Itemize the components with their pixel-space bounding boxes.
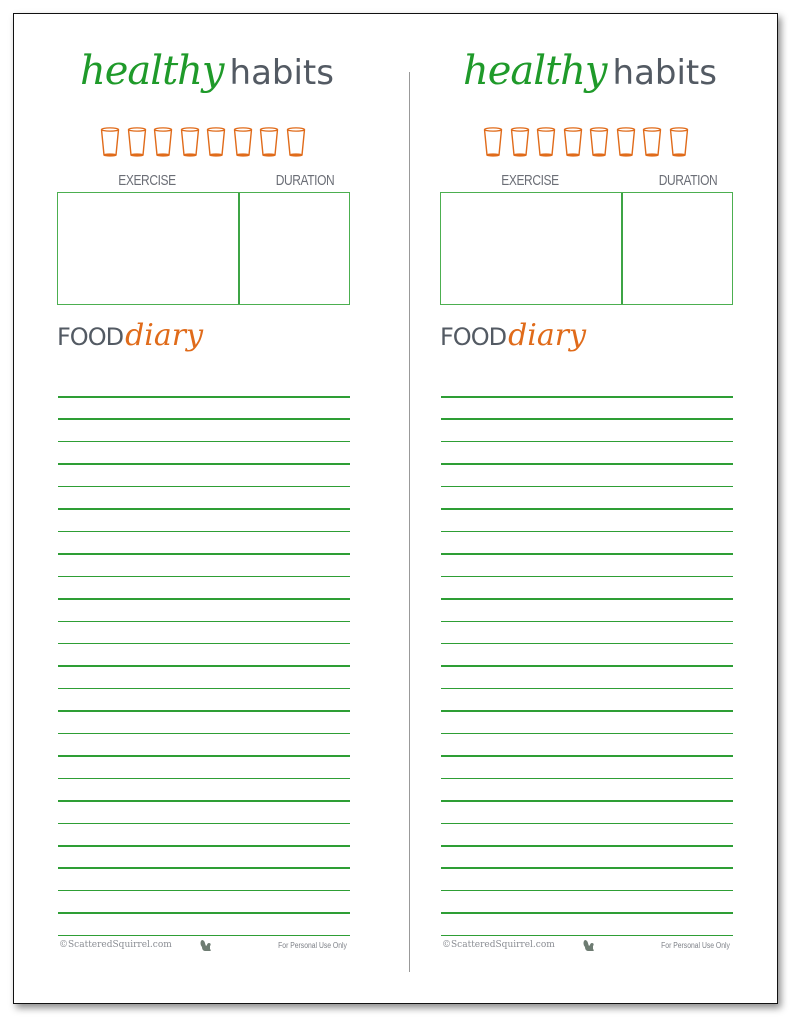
water-cup-icon[interactable] (563, 127, 583, 157)
food-entry-line[interactable] (441, 440, 733, 443)
planner-panel-left: healthy habits EXERCISE DURATION FOODdiar… (57, 0, 357, 1000)
water-tracker (100, 127, 330, 157)
food-entry-line[interactable] (58, 508, 350, 510)
food-entry-line[interactable] (441, 530, 733, 533)
food-entry-line[interactable] (441, 732, 733, 735)
water-cup-icon[interactable] (206, 127, 226, 157)
food-entry-line[interactable] (441, 822, 733, 825)
food-entry-line[interactable] (441, 485, 733, 488)
food-entry-line[interactable] (441, 710, 733, 712)
exercise-header: EXERCISE (118, 172, 176, 189)
food-entry-line[interactable] (58, 598, 350, 600)
footer-copyright: ©ScatteredSquirrel.com (442, 940, 555, 950)
water-cup-icon[interactable] (483, 127, 503, 157)
food-entry-line[interactable] (58, 665, 350, 667)
food-entry-line[interactable] (58, 440, 350, 443)
food-entry-line[interactable] (441, 508, 733, 510)
food-entry-line[interactable] (441, 867, 733, 869)
footer-personal-use: For Personal Use Only (278, 941, 347, 950)
food-entry-line[interactable] (58, 418, 350, 420)
food-entry-line[interactable] (441, 755, 733, 757)
food-entry-line[interactable] (58, 777, 350, 780)
food-entry-line[interactable] (441, 620, 733, 622)
water-cup-icon[interactable] (669, 127, 689, 157)
food-entry-line[interactable] (441, 642, 733, 645)
food-entry-line[interactable] (58, 912, 350, 914)
food-title-plain: FOOD (440, 323, 507, 351)
title-plain: habits (229, 53, 334, 93)
food-diary-title: FOODdiary (57, 318, 203, 353)
food-entry-line[interactable] (441, 418, 733, 420)
food-entry-line[interactable] (441, 598, 733, 600)
water-cup-icon[interactable] (259, 127, 279, 157)
food-entry-line[interactable] (441, 575, 733, 578)
food-entry-line[interactable] (58, 934, 350, 937)
food-entry-line[interactable] (441, 553, 733, 555)
water-cup-icon[interactable] (153, 127, 173, 157)
food-entry-line[interactable] (58, 553, 350, 555)
footer: ©ScatteredSquirrel.com For Personal Use … (59, 940, 351, 954)
food-entry-line[interactable] (58, 530, 350, 533)
food-diary-title: FOODdiary (440, 318, 586, 353)
food-title-plain: FOOD (57, 323, 124, 351)
planner-panel-right: healthy habits EXERCISE DURATION FOODdiar… (440, 0, 740, 1000)
water-cup-icon[interactable] (642, 127, 662, 157)
food-entry-line[interactable] (58, 822, 350, 825)
food-entry-line[interactable] (58, 800, 350, 802)
footer-copyright: ©ScatteredSquirrel.com (59, 940, 172, 950)
exercise-log-box[interactable] (57, 192, 350, 305)
food-entry-line[interactable] (58, 867, 350, 869)
food-entry-line[interactable] (58, 396, 350, 398)
duration-header: DURATION (658, 172, 718, 189)
title-script: healthy (80, 48, 225, 94)
exercise-duration-divider (621, 193, 623, 304)
duration-header: DURATION (275, 172, 335, 189)
water-cup-icon[interactable] (100, 127, 120, 157)
water-cup-icon[interactable] (616, 127, 636, 157)
food-entry-line[interactable] (58, 889, 350, 892)
water-cup-icon[interactable] (286, 127, 306, 157)
food-entry-line[interactable] (58, 845, 350, 847)
water-tracker (483, 127, 713, 157)
food-entry-line[interactable] (441, 665, 733, 667)
food-entry-line[interactable] (441, 934, 733, 937)
title-script: healthy (463, 48, 608, 94)
water-cup-icon[interactable] (536, 127, 556, 157)
healthy-habits-title: healthy habits (440, 48, 740, 94)
food-entry-line[interactable] (441, 800, 733, 802)
food-entry-line[interactable] (58, 575, 350, 578)
center-divider (409, 72, 410, 972)
exercise-log-box[interactable] (440, 192, 733, 305)
food-entry-line[interactable] (441, 912, 733, 914)
food-title-script: diary (125, 318, 204, 353)
food-entry-line[interactable] (58, 642, 350, 645)
food-entry-line[interactable] (58, 710, 350, 712)
exercise-duration-divider (238, 193, 240, 304)
healthy-habits-title: healthy habits (57, 48, 357, 94)
water-cup-icon[interactable] (233, 127, 253, 157)
water-cup-icon[interactable] (589, 127, 609, 157)
water-cup-icon[interactable] (127, 127, 147, 157)
title-plain: habits (612, 53, 717, 93)
food-entry-line[interactable] (441, 687, 733, 690)
food-entry-line[interactable] (58, 485, 350, 488)
food-entry-line[interactable] (441, 889, 733, 892)
food-entry-line[interactable] (58, 687, 350, 690)
footer-personal-use: For Personal Use Only (661, 941, 730, 950)
exercise-header: EXERCISE (501, 172, 559, 189)
food-entry-line[interactable] (58, 732, 350, 735)
water-cup-icon[interactable] (180, 127, 200, 157)
food-entry-line[interactable] (58, 620, 350, 622)
food-title-script: diary (508, 318, 587, 353)
food-entry-line[interactable] (441, 463, 733, 465)
food-entry-line[interactable] (441, 777, 733, 780)
food-entry-line[interactable] (441, 845, 733, 847)
squirrel-icon (200, 940, 211, 951)
squirrel-icon (583, 940, 594, 951)
food-entry-line[interactable] (58, 755, 350, 757)
food-entry-line[interactable] (441, 396, 733, 398)
water-cup-icon[interactable] (510, 127, 530, 157)
food-entry-line[interactable] (58, 463, 350, 465)
footer: ©ScatteredSquirrel.com For Personal Use … (442, 940, 734, 954)
